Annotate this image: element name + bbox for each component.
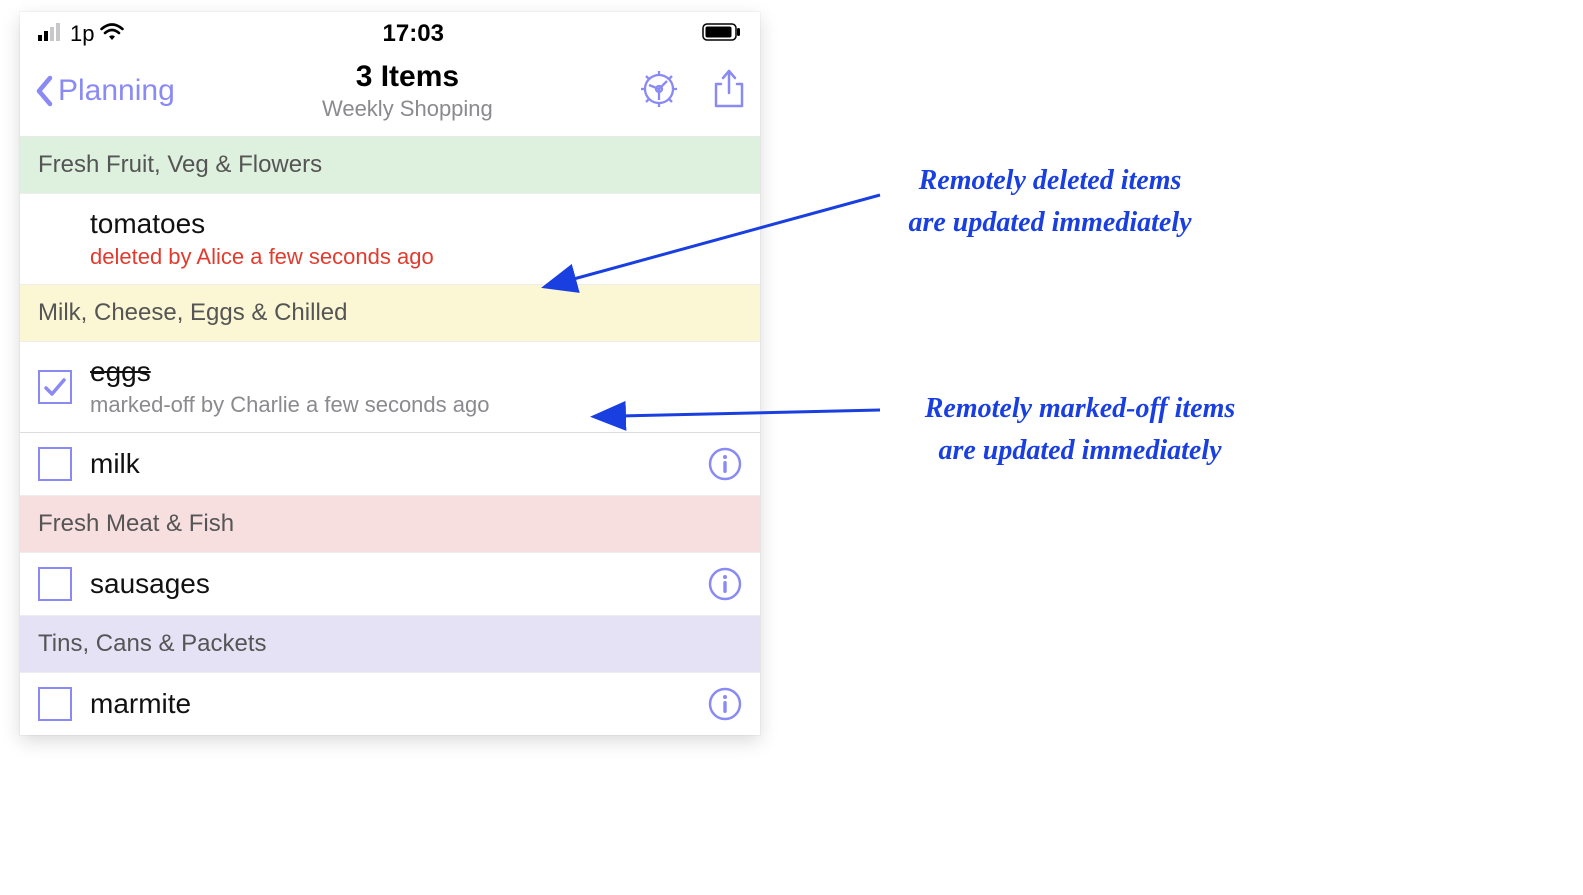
item-name: eggs — [90, 356, 742, 388]
clock: 17:03 — [383, 20, 444, 48]
back-label: Planning — [58, 74, 175, 108]
settings-button[interactable] — [640, 70, 678, 113]
item-name: milk — [90, 448, 690, 480]
section-header-meat-fish: Fresh Meat & Fish — [20, 496, 760, 553]
annotation-markedoff: Remotely marked-off items are updated im… — [870, 388, 1290, 472]
info-button[interactable] — [708, 447, 742, 481]
chevron-left-icon — [34, 75, 54, 107]
item-name: sausages — [90, 568, 690, 600]
share-button[interactable] — [712, 69, 746, 114]
list-item-milk[interactable]: milk — [20, 433, 760, 496]
info-button[interactable] — [708, 567, 742, 601]
checkbox-milk[interactable] — [38, 447, 72, 481]
battery-icon — [702, 23, 742, 46]
gear-icon — [640, 70, 678, 108]
checkbox-marmite[interactable] — [38, 687, 72, 721]
nav-title: 3 Items — [175, 60, 640, 94]
phone-frame: 1p 17:03 Planning — [20, 12, 760, 735]
checkmark-icon — [42, 374, 68, 400]
section-header-tins-cans: Tins, Cans & Packets — [20, 616, 760, 673]
checkbox-eggs[interactable] — [38, 370, 72, 404]
nav-subtitle: Weekly Shopping — [175, 96, 640, 122]
list-item-sausages[interactable]: sausages — [20, 553, 760, 616]
wifi-icon — [100, 23, 124, 46]
info-icon — [708, 567, 742, 601]
checkbox-sausages[interactable] — [38, 567, 72, 601]
checkbox-placeholder — [38, 222, 72, 256]
share-icon — [712, 69, 746, 109]
back-button[interactable]: Planning — [34, 74, 175, 108]
list-item-marmite[interactable]: marmite — [20, 673, 760, 735]
info-icon — [708, 447, 742, 481]
carrier-label: 1p — [70, 21, 94, 47]
signal-icon — [38, 23, 64, 46]
nav-bar: Planning 3 Items Weekly Shopping — [20, 52, 760, 137]
nav-title-block: 3 Items Weekly Shopping — [175, 60, 640, 122]
info-icon — [708, 687, 742, 721]
item-name: marmite — [90, 688, 690, 720]
arrow-to-markedoff — [610, 398, 890, 438]
arrow-to-deleted — [560, 180, 890, 300]
status-bar: 1p 17:03 — [20, 12, 760, 52]
annotation-deleted: Remotely deleted items are updated immed… — [870, 160, 1230, 244]
info-button[interactable] — [708, 687, 742, 721]
